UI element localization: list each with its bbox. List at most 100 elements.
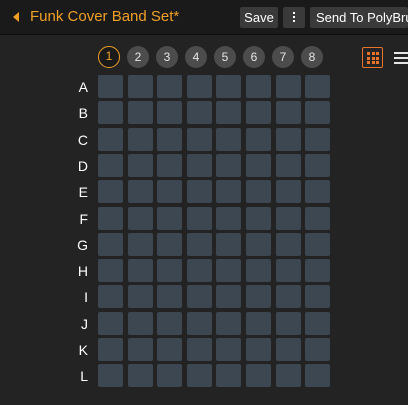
preset-slot-l6[interactable] <box>246 364 271 388</box>
preset-slot-i7[interactable] <box>275 285 301 309</box>
preset-slot-g3[interactable] <box>157 232 183 256</box>
preset-slot-e3[interactable] <box>157 180 183 204</box>
preset-slot-b8[interactable] <box>305 101 331 125</box>
page-title[interactable]: Funk Cover Band Set* <box>30 8 179 25</box>
preset-slot-c6[interactable] <box>246 127 271 151</box>
preset-slot-k5[interactable] <box>216 338 242 361</box>
preset-slot-f2[interactable] <box>127 206 153 230</box>
send-to-device-button[interactable]: Send To PolyBrute <box>310 7 408 28</box>
preset-slot-j6[interactable] <box>246 311 271 335</box>
preset-slot-j4[interactable] <box>186 311 212 335</box>
preset-slot-f8[interactable] <box>305 206 331 230</box>
preset-slot-d4[interactable] <box>186 153 212 177</box>
preset-slot-g5[interactable] <box>216 232 242 256</box>
preset-slot-g1[interactable] <box>98 232 123 256</box>
preset-slot-b4[interactable] <box>186 101 212 125</box>
preset-slot-k4[interactable] <box>186 338 212 361</box>
preset-slot-k2[interactable] <box>127 338 153 361</box>
preset-slot-c4[interactable] <box>186 127 212 151</box>
preset-slot-j2[interactable] <box>127 311 153 335</box>
preset-slot-l7[interactable] <box>275 364 301 388</box>
preset-slot-i5[interactable] <box>216 285 242 309</box>
preset-slot-e4[interactable] <box>186 180 212 204</box>
bank-tab-5[interactable]: 5 <box>214 46 236 68</box>
preset-slot-f6[interactable] <box>246 206 271 230</box>
preset-slot-a1[interactable] <box>98 75 123 98</box>
preset-slot-f3[interactable] <box>157 206 183 230</box>
save-button[interactable]: Save <box>240 7 278 28</box>
preset-slot-e2[interactable] <box>127 180 153 204</box>
bank-tab-4[interactable]: 4 <box>185 46 207 68</box>
preset-slot-e6[interactable] <box>246 180 271 204</box>
preset-slot-a2[interactable] <box>127 75 153 98</box>
preset-slot-l3[interactable] <box>157 364 183 388</box>
preset-slot-c1[interactable] <box>98 127 123 151</box>
preset-slot-b5[interactable] <box>216 101 242 125</box>
preset-slot-h4[interactable] <box>186 259 212 283</box>
preset-slot-h3[interactable] <box>157 259 183 283</box>
preset-slot-c3[interactable] <box>157 127 183 151</box>
preset-slot-a7[interactable] <box>275 75 301 98</box>
preset-slot-k8[interactable] <box>305 338 331 361</box>
preset-slot-d7[interactable] <box>275 153 301 177</box>
preset-slot-d2[interactable] <box>127 153 153 177</box>
preset-slot-d3[interactable] <box>157 153 183 177</box>
preset-slot-b7[interactable] <box>275 101 301 125</box>
preset-slot-i8[interactable] <box>305 285 331 309</box>
preset-slot-j8[interactable] <box>305 311 331 335</box>
preset-slot-h6[interactable] <box>246 259 271 283</box>
preset-slot-h7[interactable] <box>275 259 301 283</box>
preset-slot-i4[interactable] <box>186 285 212 309</box>
preset-slot-a5[interactable] <box>216 75 242 98</box>
preset-slot-j3[interactable] <box>157 311 183 335</box>
more-options-button[interactable] <box>283 7 305 28</box>
preset-slot-f5[interactable] <box>216 206 242 230</box>
preset-slot-d5[interactable] <box>216 153 242 177</box>
preset-slot-j5[interactable] <box>216 311 242 335</box>
preset-slot-f1[interactable] <box>98 206 123 230</box>
bank-tab-1[interactable]: 1 <box>98 46 120 68</box>
preset-slot-b3[interactable] <box>157 101 183 125</box>
bank-tab-7[interactable]: 7 <box>272 46 294 68</box>
preset-slot-g2[interactable] <box>127 232 153 256</box>
preset-slot-d6[interactable] <box>246 153 271 177</box>
back-arrow-icon[interactable] <box>13 12 19 22</box>
preset-slot-k1[interactable] <box>98 338 123 361</box>
list-view-toggle[interactable] <box>393 47 408 68</box>
preset-slot-d8[interactable] <box>305 153 331 177</box>
bank-tab-6[interactable]: 6 <box>243 46 265 68</box>
preset-slot-i2[interactable] <box>127 285 153 309</box>
preset-slot-b1[interactable] <box>98 101 123 125</box>
grid-view-toggle[interactable] <box>362 47 383 68</box>
preset-slot-l4[interactable] <box>186 364 212 388</box>
preset-slot-e8[interactable] <box>305 180 331 204</box>
preset-slot-c8[interactable] <box>305 127 331 151</box>
preset-slot-f7[interactable] <box>275 206 301 230</box>
preset-slot-e1[interactable] <box>98 180 123 204</box>
preset-slot-b2[interactable] <box>127 101 153 125</box>
preset-slot-f4[interactable] <box>186 206 212 230</box>
bank-tab-8[interactable]: 8 <box>301 46 323 68</box>
preset-slot-i3[interactable] <box>157 285 183 309</box>
preset-slot-c7[interactable] <box>275 127 301 151</box>
preset-slot-b6[interactable] <box>246 101 271 125</box>
preset-slot-l2[interactable] <box>127 364 153 388</box>
preset-slot-d1[interactable] <box>98 153 123 177</box>
preset-slot-h5[interactable] <box>216 259 242 283</box>
bank-tab-3[interactable]: 3 <box>156 46 178 68</box>
preset-slot-j7[interactable] <box>275 311 301 335</box>
preset-slot-h2[interactable] <box>127 259 153 283</box>
preset-slot-a6[interactable] <box>246 75 271 98</box>
preset-slot-e5[interactable] <box>216 180 242 204</box>
preset-slot-g6[interactable] <box>246 232 271 256</box>
preset-slot-h8[interactable] <box>305 259 331 283</box>
preset-slot-i1[interactable] <box>98 285 123 309</box>
preset-slot-g7[interactable] <box>275 232 301 256</box>
bank-tab-2[interactable]: 2 <box>127 46 149 68</box>
preset-slot-l8[interactable] <box>305 364 331 388</box>
preset-slot-a8[interactable] <box>305 75 331 98</box>
preset-slot-a4[interactable] <box>186 75 212 98</box>
preset-slot-c5[interactable] <box>216 127 242 151</box>
preset-slot-g4[interactable] <box>186 232 212 256</box>
preset-slot-e7[interactable] <box>275 180 301 204</box>
